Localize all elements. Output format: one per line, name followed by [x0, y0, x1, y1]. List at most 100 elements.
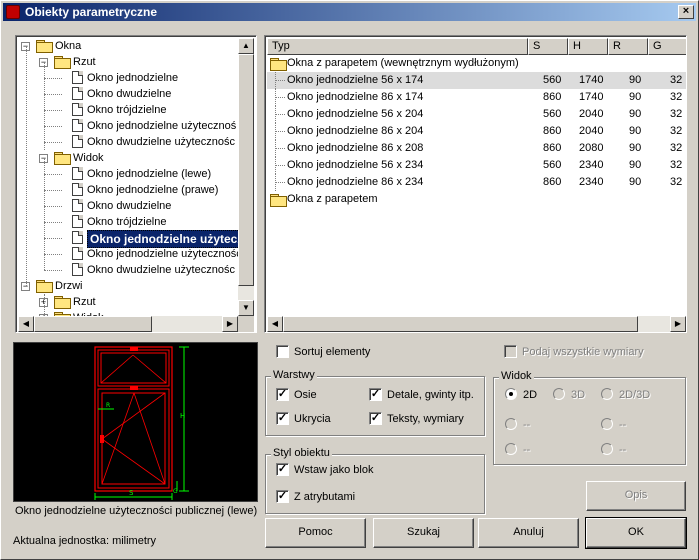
view-option-radio[interactable] [505, 443, 517, 455]
dim-h-label: H [180, 412, 185, 420]
cancel-button[interactable]: Anuluj [478, 518, 579, 548]
opis-button[interactable]: Opis [586, 481, 686, 511]
tree-folder-node[interactable]: + Rzut [18, 294, 240, 310]
scroll-left-icon[interactable]: ◀ [267, 316, 283, 332]
column-header-typ[interactable]: Typ [267, 38, 528, 55]
view-option-radio[interactable] [505, 418, 517, 430]
view-option-label: -- [619, 444, 627, 456]
list-group-row[interactable]: Okna z parapetem (wewnętrznym wydłużonym… [267, 55, 686, 72]
category-tree[interactable]: − Okna − Rzut Okno jednodzielne Okno dwudziel… [15, 35, 257, 333]
view-2d3d-radio[interactable] [601, 388, 613, 400]
ok-button[interactable]: OK [585, 517, 687, 549]
tree-item-node[interactable]: Okno jednodzielne (prawe) [18, 182, 240, 198]
row-name: Okno jednodzielne 56 x 204 [287, 108, 424, 120]
tree-node-label: Okno dwudzielne [87, 88, 172, 100]
column-header-h[interactable]: H [568, 38, 608, 55]
document-icon [72, 231, 83, 244]
scroll-right-icon[interactable]: ▶ [222, 316, 238, 332]
scroll-right-icon[interactable]: ▶ [670, 316, 686, 332]
list-horizontal-scrollbar[interactable]: ◀ ▶ [267, 316, 686, 332]
row-s: 860 [543, 125, 562, 137]
layers-legend: Warstwy [271, 369, 317, 381]
row-s: 860 [543, 91, 562, 103]
tree-folder-node[interactable]: − Drzwi [18, 278, 240, 294]
column-header-r[interactable]: R [608, 38, 648, 55]
list-row[interactable]: Okno jednodzielne 86 x 204 860 2040 90 32 [267, 123, 686, 140]
row-s: 860 [543, 142, 562, 154]
tree-folder-node[interactable]: − Okna [18, 38, 240, 54]
attrs-checkbox[interactable]: ✓ [276, 490, 289, 503]
view-2d-radio[interactable] [505, 388, 517, 400]
tree-item-node[interactable]: Okno jednodzielne użytecznoś [18, 118, 240, 134]
row-s: 860 [543, 176, 562, 188]
tree-node-label: Okno jednodzielne (prawe) [87, 184, 219, 196]
tree-item-node[interactable]: Okno jednodzielne użytecznośc [18, 246, 240, 262]
tree-horizontal-scrollbar[interactable]: ◀ ▶ [18, 316, 238, 332]
list-row[interactable]: Okno jednodzielne 86 x 174 860 1740 90 32 [267, 89, 686, 106]
tree-item-node[interactable]: Okno dwudzielne użytecznośc [18, 134, 240, 150]
ukrycia-checkbox[interactable]: ✓ [276, 412, 289, 425]
row-name: Okno jednodzielne 86 x 208 [287, 142, 424, 154]
list-group-row[interactable]: Okna z parapetem [267, 191, 686, 208]
folder-icon [36, 40, 53, 53]
view-option-radio[interactable] [601, 418, 613, 430]
row-name: Okno jednodzielne 86 x 204 [287, 125, 424, 137]
osie-label: Osie [294, 389, 317, 401]
dialog-window: Obiekty parametryczne × − Okna − Rzut Okno j… [0, 0, 699, 560]
view-3d-radio[interactable] [553, 388, 565, 400]
scroll-up-icon[interactable]: ▲ [238, 38, 254, 54]
tree-node-label: Okno jednodzielne (lewe) [87, 168, 212, 180]
view-2d3d-label: 2D/3D [619, 389, 651, 401]
detale-checkbox[interactable]: ✓ [369, 388, 382, 401]
tree-item-node[interactable]: Okno dwudzielne [18, 86, 240, 102]
list-row[interactable]: Okno jednodzielne 86 x 208 860 2080 90 32 [267, 140, 686, 157]
object-list[interactable]: Typ S H R G Okna z parapetem (wewnętrzny… [264, 35, 687, 333]
tree-item-node[interactable]: Okno trójdzielne [18, 214, 240, 230]
row-r: 90 [629, 142, 642, 154]
block-checkbox[interactable]: ✓ [276, 463, 289, 476]
tree-connector [44, 62, 45, 150]
tree-item-node[interactable]: Okno jednodzielne (lewe) [18, 166, 240, 182]
search-button[interactable]: Szukaj [373, 518, 474, 548]
tree-connector [44, 78, 62, 79]
view-option-radio[interactable] [601, 443, 613, 455]
list-hscroll-thumb[interactable] [283, 316, 638, 332]
tree-folder-node[interactable]: − Widok [18, 150, 240, 166]
row-h: 1740 [579, 74, 604, 86]
attrs-label: Z atrybutami [294, 491, 356, 503]
tree-item-node[interactable]: Okno trójdzielne [18, 102, 240, 118]
group-label: Okna z parapetem [287, 193, 378, 205]
list-row[interactable]: Okno jednodzielne 56 x 204 560 2040 90 32 [267, 106, 686, 123]
all-dims-checkbox[interactable] [504, 345, 517, 358]
column-header-g[interactable]: G [648, 38, 686, 55]
tree-item-node[interactable]: Okno dwudzielne użytecznośc [18, 262, 240, 278]
row-g: 32 [670, 74, 683, 86]
tree-vertical-scrollbar[interactable]: ▲ ▼ [238, 38, 254, 316]
row-s: 560 [543, 159, 562, 171]
tree-item-node[interactable]: Okno dwudzielne [18, 198, 240, 214]
column-header-s[interactable]: S [528, 38, 568, 55]
tree-vscroll-thumb[interactable] [238, 54, 254, 286]
list-row[interactable]: Okno jednodzielne 56 x 234 560 2340 90 32 [267, 157, 686, 174]
list-row[interactable]: Okno jednodzielne 56 x 174 560 1740 90 32 [267, 72, 686, 89]
tree-folder-node[interactable]: − Rzut [18, 54, 240, 70]
list-row[interactable]: Okno jednodzielne 86 x 234 860 2340 90 32 [267, 174, 686, 191]
row-r: 90 [629, 91, 642, 103]
teksty-checkbox[interactable]: ✓ [369, 412, 382, 425]
close-button[interactable]: × [678, 5, 694, 19]
view-3d-label: 3D [571, 389, 586, 401]
sort-checkbox[interactable] [276, 345, 289, 358]
osie-checkbox[interactable]: ✓ [276, 388, 289, 401]
help-button[interactable]: Pomoc [265, 518, 366, 548]
dim-r-label: R [106, 402, 110, 409]
tree-item-node[interactable]: Okno jednodzielne użytecz [18, 230, 240, 248]
row-name: Okno jednodzielne 86 x 234 [287, 176, 424, 188]
tree-item-node[interactable]: Okno jednodzielne [18, 70, 240, 86]
row-h: 2040 [579, 125, 604, 137]
scroll-left-icon[interactable]: ◀ [18, 316, 34, 332]
document-icon [72, 103, 83, 116]
scroll-down-icon[interactable]: ▼ [238, 300, 254, 316]
tree-hscroll-thumb[interactable] [34, 316, 152, 332]
document-icon [72, 71, 83, 84]
title-bar[interactable]: Obiekty parametryczne × [3, 3, 696, 21]
